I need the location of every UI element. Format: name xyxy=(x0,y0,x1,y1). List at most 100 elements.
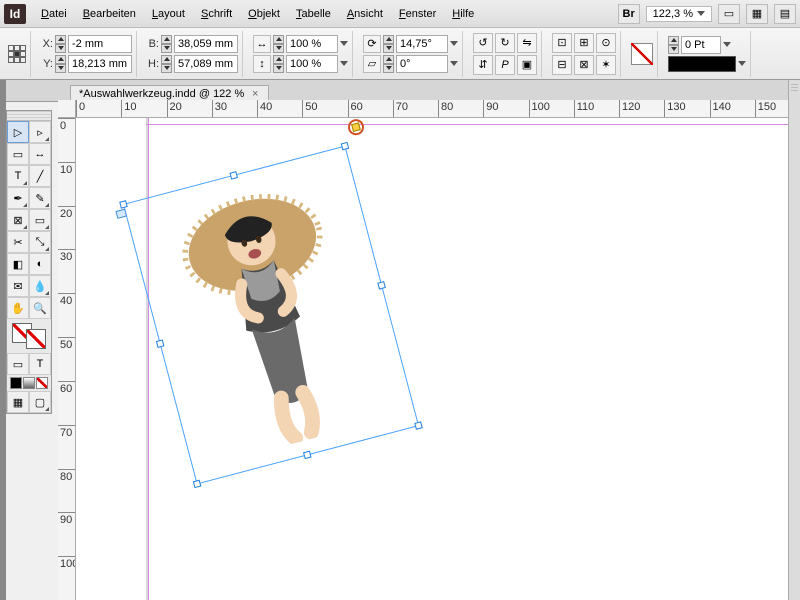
formatting-text-button[interactable]: T xyxy=(29,353,51,375)
chevron-down-icon[interactable] xyxy=(450,41,458,46)
canvas[interactable] xyxy=(76,118,800,600)
document-tab-title: *Auswahlwerkzeug.indd @ 122 % xyxy=(79,88,244,100)
apply-color-button[interactable] xyxy=(10,377,22,389)
fit-frame-button[interactable]: ⊞ xyxy=(574,33,594,53)
w-down[interactable] xyxy=(161,44,172,53)
menu-objekt[interactable]: Objekt xyxy=(241,4,287,24)
shear-input[interactable] xyxy=(396,55,448,73)
type-tool[interactable]: T xyxy=(7,165,29,187)
handle-bottom-right[interactable] xyxy=(414,421,423,430)
rectangle-frame-tool[interactable]: ⊠ xyxy=(7,209,29,231)
stroke-style-select[interactable] xyxy=(668,56,736,72)
ruler-origin[interactable] xyxy=(58,100,76,118)
selection-tool[interactable]: ▷ xyxy=(7,121,29,143)
gradient-swatch-tool[interactable]: ◧ xyxy=(7,253,29,275)
eyedropper-tool[interactable]: 💧 xyxy=(29,275,51,297)
horizontal-ruler[interactable]: 0102030405060708090100110120130140150 xyxy=(76,100,800,118)
select-container-button[interactable]: P xyxy=(495,55,515,75)
vertical-ruler[interactable]: 0102030405060708090100 xyxy=(58,118,76,600)
chevron-down-icon[interactable] xyxy=(340,41,348,46)
transform-buttons: ↺ ↻ ⇋ ⇵ P ▣ xyxy=(473,33,537,75)
right-panel-dock[interactable] xyxy=(788,80,800,600)
rotation-handle[interactable] xyxy=(346,118,366,137)
fit-prop-button[interactable]: ⊟ xyxy=(552,55,572,75)
placed-image[interactable] xyxy=(124,147,418,484)
chevron-down-icon[interactable] xyxy=(340,61,348,66)
handle-bottom[interactable] xyxy=(303,451,312,460)
auto-fit-button[interactable]: ✶ xyxy=(596,55,616,75)
menu-schrift[interactable]: Schrift xyxy=(194,4,239,24)
apply-none-button[interactable] xyxy=(36,377,48,389)
selection-frame[interactable] xyxy=(123,145,419,484)
height-input[interactable] xyxy=(174,55,238,73)
scale-y-icon: ↕ xyxy=(253,55,271,73)
menu-datei[interactable]: DDateiatei xyxy=(34,4,74,24)
bridge-button[interactable]: Br xyxy=(618,4,640,24)
margin-guide-top xyxy=(146,124,800,125)
free-transform-tool[interactable]: ⤡ xyxy=(29,231,51,253)
flip-v-button[interactable]: ⇵ xyxy=(473,55,493,75)
handle-top-right[interactable] xyxy=(341,142,350,151)
menu-layout[interactable]: Layout xyxy=(145,4,192,24)
h-down[interactable] xyxy=(161,64,172,73)
apply-gradient-button[interactable] xyxy=(23,377,35,389)
handle-right[interactable] xyxy=(377,281,386,290)
pencil-tool[interactable]: ✎ xyxy=(29,187,51,209)
gap-tool[interactable]: ↔ xyxy=(29,143,51,165)
line-tool[interactable]: ╱ xyxy=(29,165,51,187)
scissors-tool[interactable]: ✂ xyxy=(7,231,29,253)
dock-grip[interactable] xyxy=(791,84,798,92)
y-input[interactable] xyxy=(68,55,132,73)
document-tabbar: *Auswahlwerkzeug.indd @ 122 % × xyxy=(0,80,800,102)
toolbox-grip[interactable] xyxy=(7,111,51,121)
fill-frame-button[interactable]: ⊠ xyxy=(574,55,594,75)
fill-swatch[interactable] xyxy=(631,43,653,65)
select-content-button[interactable]: ▣ xyxy=(517,55,537,75)
menu-fenster[interactable]: Fenster xyxy=(392,4,443,24)
zoom-tool[interactable]: 🔍 xyxy=(29,297,51,319)
view-mode-preview[interactable]: ▢ xyxy=(29,391,51,413)
rectangle-tool[interactable]: ▭ xyxy=(29,209,51,231)
menu-ansicht[interactable]: Ansicht xyxy=(340,4,390,24)
rotate-cw-button[interactable]: ↻ xyxy=(495,33,515,53)
pen-tool[interactable]: ✒ xyxy=(7,187,29,209)
workspace-button[interactable]: ▤ xyxy=(774,4,796,24)
zoom-level-select[interactable]: 122,3 % xyxy=(646,6,712,22)
center-content-button[interactable]: ⊙ xyxy=(596,33,616,53)
h-up[interactable] xyxy=(161,55,172,64)
w-label: B: xyxy=(147,38,159,50)
chevron-down-icon[interactable] xyxy=(723,42,731,47)
flip-h-button[interactable]: ⇋ xyxy=(517,33,537,53)
x-input[interactable] xyxy=(68,35,132,53)
chevron-down-icon[interactable] xyxy=(450,61,458,66)
screen-mode-button[interactable]: ▭ xyxy=(718,4,740,24)
scale-x-input[interactable] xyxy=(286,35,338,53)
x-up[interactable] xyxy=(55,35,66,44)
image-content xyxy=(144,165,397,465)
hand-tool[interactable]: ✋ xyxy=(7,297,29,319)
rotate-ccw-button[interactable]: ↺ xyxy=(473,33,493,53)
chevron-down-icon[interactable] xyxy=(738,61,746,66)
x-down[interactable] xyxy=(55,44,66,53)
w-up[interactable] xyxy=(161,35,172,44)
direct-selection-tool[interactable]: ▹ xyxy=(29,121,51,143)
y-up[interactable] xyxy=(55,55,66,64)
formatting-container-button[interactable]: ▭ xyxy=(7,353,29,375)
y-down[interactable] xyxy=(55,64,66,73)
view-mode-normal[interactable]: ▦ xyxy=(7,391,29,413)
width-input[interactable] xyxy=(174,35,238,53)
fit-content-button[interactable]: ⊡ xyxy=(552,33,572,53)
stroke-width-input[interactable] xyxy=(681,36,721,54)
arrange-button[interactable]: ▦ xyxy=(746,4,768,24)
gradient-feather-tool[interactable]: ◐ xyxy=(29,253,51,275)
stroke-color-swatch[interactable] xyxy=(26,329,46,349)
menu-bearbeiten[interactable]: Bearbeiten xyxy=(76,4,143,24)
rotation-input[interactable] xyxy=(396,35,448,53)
menu-hilfe[interactable]: Hilfe xyxy=(445,4,481,24)
scale-y-input[interactable] xyxy=(286,55,338,73)
note-tool[interactable]: ✉ xyxy=(7,275,29,297)
page-tool[interactable]: ▭ xyxy=(7,143,29,165)
close-tab-button[interactable]: × xyxy=(250,89,260,99)
menu-tabelle[interactable]: Tabelle xyxy=(289,4,338,24)
handle-bottom-left[interactable] xyxy=(193,480,202,489)
